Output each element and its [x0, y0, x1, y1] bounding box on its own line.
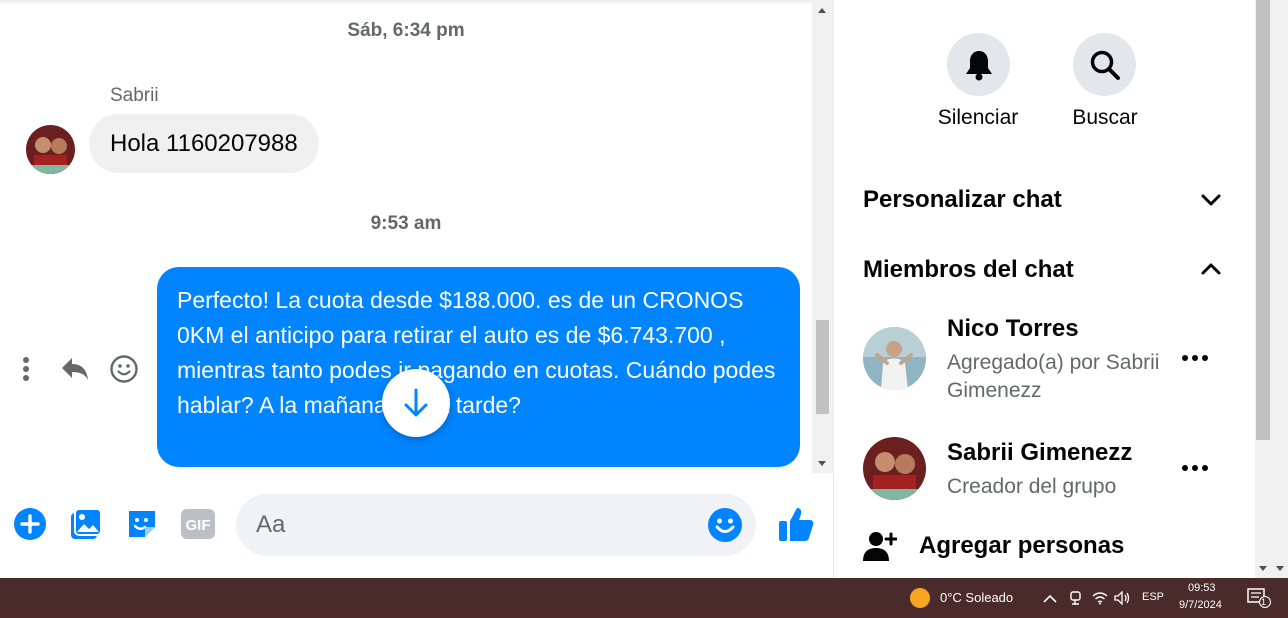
timestamp-divider: Sáb, 6:34 pm: [347, 20, 465, 41]
gif-icon[interactable]: GIF: [180, 506, 216, 542]
language-indicator[interactable]: ESP: [1142, 591, 1164, 603]
windows-taskbar: 0°C Soleado ESP 09:53 9/7/2024 1: [0, 578, 1288, 618]
search-icon: [1090, 50, 1120, 80]
sender-name: Sabrii: [110, 85, 159, 106]
message-input[interactable]: [256, 494, 696, 556]
messenger-app: Sáb, 6:34 pm Sabrii Hola 1160207988 9:53…: [0, 0, 1288, 578]
member-subtitle: Creador del grupo: [947, 475, 1117, 498]
member-subtitle: Agregado(a) por Sabrii Gimenezz: [947, 351, 1160, 402]
chat-thread: Sáb, 6:34 pm Sabrii Hola 1160207988 9:53…: [0, 0, 834, 578]
add-person-icon: [863, 532, 897, 561]
notification-count: 1: [1261, 597, 1267, 607]
message-actions: [10, 350, 150, 388]
incoming-message-bubble[interactable]: Hola 1160207988: [89, 114, 319, 173]
bell-icon: [965, 50, 992, 80]
meet-icon[interactable]: [1068, 590, 1084, 606]
message-input-box: [236, 494, 756, 556]
scroll-up-icon[interactable]: [818, 8, 826, 13]
photo-icon[interactable]: [68, 506, 104, 542]
like-icon[interactable]: [776, 504, 816, 544]
plus-icon[interactable]: [12, 506, 48, 542]
gif-label: GIF: [186, 517, 211, 534]
outgoing-message-bubble[interactable]: Perfecto! La cuota desde $188.000. es de…: [157, 267, 800, 467]
member-options-icon[interactable]: [1178, 458, 1212, 478]
search-button[interactable]: [1073, 33, 1136, 96]
scroll-down-icon[interactable]: [1276, 566, 1284, 571]
weather-sun-icon[interactable]: [910, 588, 930, 608]
member-name[interactable]: Nico Torres: [947, 315, 1079, 343]
add-people-button[interactable]: Agregar personas: [863, 528, 1124, 564]
wifi-icon[interactable]: [1092, 590, 1108, 606]
chat-scrollbar-thumb[interactable]: [816, 320, 829, 414]
scroll-down-icon[interactable]: [1259, 566, 1267, 571]
arrow-down-icon: [404, 388, 428, 417]
header-shadow: [0, 0, 812, 5]
volume-icon[interactable]: [1114, 590, 1130, 606]
notifications-icon[interactable]: [1246, 588, 1272, 608]
scroll-down-icon[interactable]: [818, 461, 826, 466]
chat-members-toggle[interactable]: Miembros del chat: [863, 256, 1074, 284]
member-options-icon[interactable]: [1178, 348, 1212, 368]
clock-time[interactable]: 09:53: [1188, 582, 1216, 594]
emoji-react-icon[interactable]: [108, 350, 140, 388]
search-label: Buscar: [1072, 106, 1138, 129]
member-avatar[interactable]: [863, 437, 926, 500]
clock-date[interactable]: 9/7/2024: [1179, 599, 1222, 611]
mute-label: Silenciar: [937, 106, 1019, 129]
chevron-down-icon[interactable]: [1198, 187, 1224, 213]
mute-button[interactable]: [947, 33, 1010, 96]
panel-scrollbar-thumb[interactable]: [1256, 0, 1270, 440]
member-avatar[interactable]: [863, 327, 926, 390]
more-icon[interactable]: [16, 350, 36, 388]
sticker-icon[interactable]: [124, 506, 160, 542]
sender-avatar[interactable]: [26, 125, 75, 174]
message-composer: GIF: [0, 478, 834, 578]
weather-text[interactable]: 0°C Soleado: [940, 590, 1013, 605]
scroll-to-bottom-button[interactable]: [382, 369, 450, 437]
chevron-up-icon[interactable]: [1198, 256, 1224, 282]
reply-icon[interactable]: [58, 350, 92, 388]
customize-chat-toggle[interactable]: Personalizar chat: [863, 186, 1062, 214]
member-name[interactable]: Sabrii Gimenezz: [947, 439, 1132, 467]
chevron-up-icon[interactable]: [1042, 590, 1058, 606]
timestamp-divider: 9:53 am: [370, 213, 442, 234]
add-people-label: Agregar personas: [919, 532, 1125, 559]
emoji-icon[interactable]: [707, 507, 743, 543]
